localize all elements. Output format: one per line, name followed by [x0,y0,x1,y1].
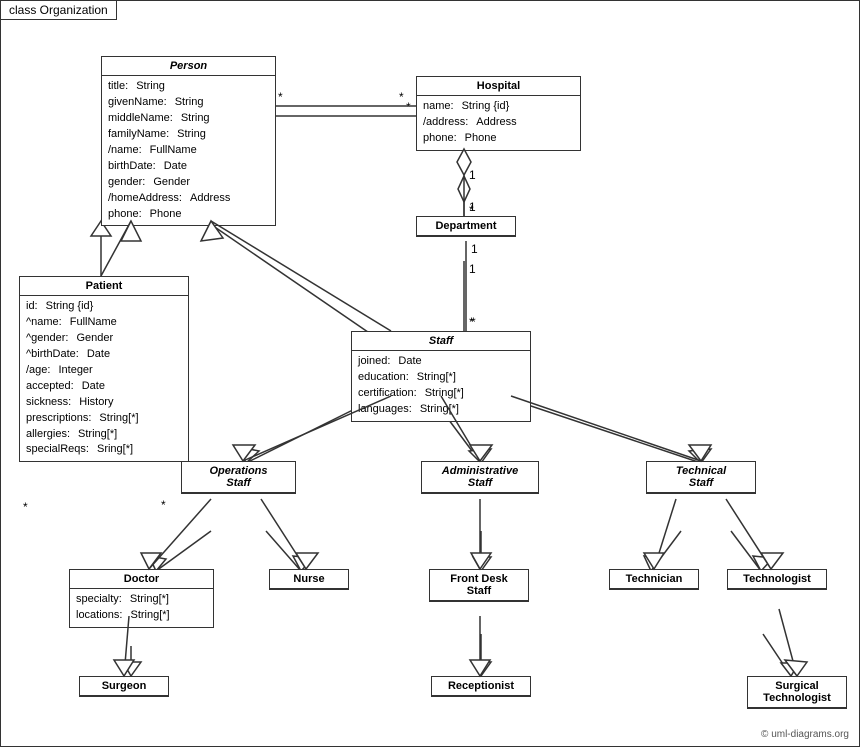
patient-title: Patient [20,277,188,296]
front-desk-staff-class: Front DeskStaff [429,569,529,602]
person-class: Person title:String givenName:String mid… [101,56,276,226]
doctor-class: Doctor specialty:String[*] locations:Str… [69,569,214,628]
department-title: Department [417,217,515,236]
svg-text:*: * [278,90,283,104]
svg-text:1: 1 [469,262,476,276]
svg-text:*: * [469,315,474,329]
department-class: Department [416,216,516,237]
technical-staff-title: TechnicalStaff [647,462,755,493]
technician-title: Technician [610,570,698,589]
svg-text:*: * [399,90,404,104]
staff-title: Staff [352,332,530,351]
administrative-staff-class: AdministrativeStaff [421,461,539,494]
staff-attrs: joined:Date education:String[*] certific… [352,351,530,421]
nurse-class: Nurse [269,569,349,590]
doctor-attrs: specialty:String[*] locations:String[*] [70,589,213,627]
person-title: Person [102,57,275,76]
svg-text:1: 1 [469,200,476,214]
svg-text:1: 1 [469,168,476,182]
surgeon-class: Surgeon [79,676,169,697]
svg-text:*: * [406,100,411,114]
doctor-title: Doctor [70,570,213,589]
hospital-attrs: name:String {id} /address:Address phone:… [417,96,580,150]
svg-text:1: 1 [471,242,478,256]
diagram-container: class Organization * * 1 * 1 * [0,0,860,747]
surgical-technologist-class: SurgicalTechnologist [747,676,847,709]
operations-staff-class: OperationsStaff [181,461,296,494]
surgical-technologist-title: SurgicalTechnologist [748,677,846,708]
patient-attrs: id:String {id} ^name:FullName ^gender:Ge… [20,296,188,461]
svg-text:*: * [469,203,474,217]
staff-class: Staff joined:Date education:String[*] ce… [351,331,531,422]
diagram-title: class Organization [1,1,117,20]
svg-text:*: * [471,315,476,329]
technical-staff-class: TechnicalStaff [646,461,756,494]
hospital-class: Hospital name:String {id} /address:Addre… [416,76,581,151]
svg-text:*: * [23,500,28,514]
technologist-title: Technologist [728,570,826,589]
technician-class: Technician [609,569,699,590]
nurse-title: Nurse [270,570,348,589]
receptionist-title: Receptionist [432,677,530,696]
surgeon-title: Surgeon [80,677,168,696]
administrative-staff-title: AdministrativeStaff [422,462,538,493]
patient-class: Patient id:String {id} ^name:FullName ^g… [19,276,189,462]
receptionist-class: Receptionist [431,676,531,697]
hospital-title: Hospital [417,77,580,96]
person-attrs: title:String givenName:String middleName… [102,76,275,225]
svg-text:*: * [161,498,166,512]
operations-staff-title: OperationsStaff [182,462,295,493]
front-desk-staff-title: Front DeskStaff [430,570,528,601]
technologist-class: Technologist [727,569,827,590]
copyright: © uml-diagrams.org [761,729,849,740]
